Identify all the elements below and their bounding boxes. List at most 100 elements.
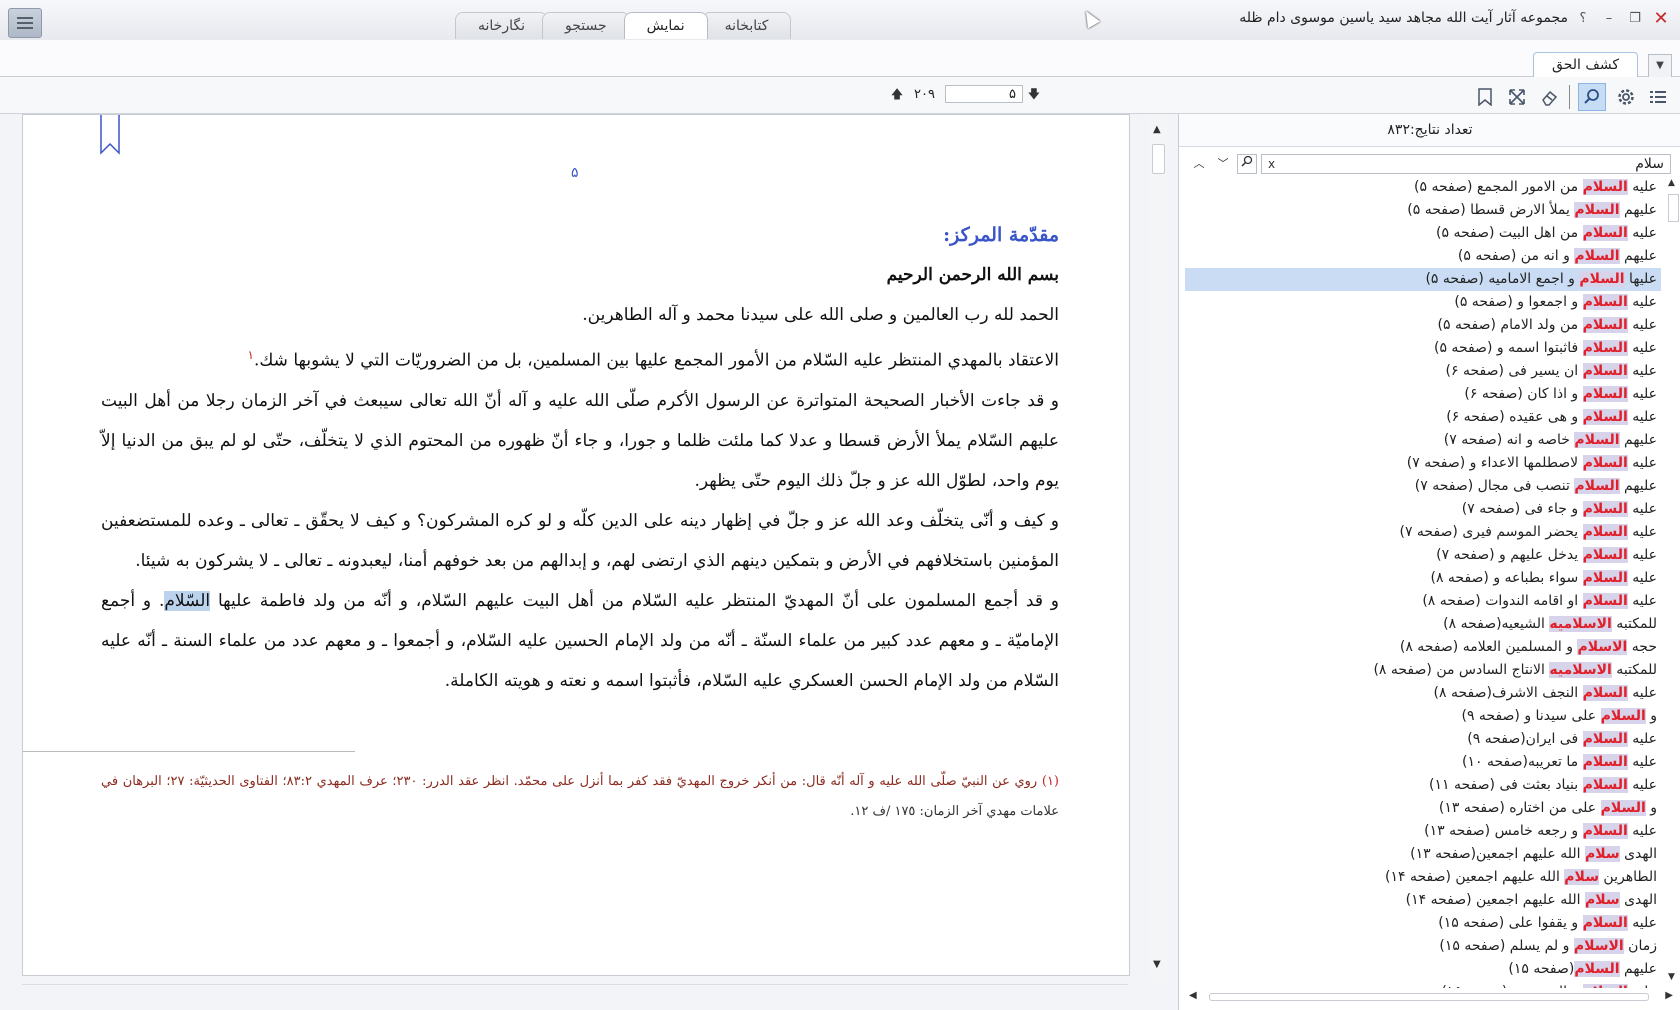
search-result-item[interactable]: علیه السلام سواء بطباعه و (صفحه ۸) [1185, 567, 1661, 590]
search-result-item[interactable]: علیها السلام و اجمع الامامیه (صفحه ۵) [1185, 268, 1661, 291]
search-result-item[interactable]: علیه السلام و يقفوا علی (صفحه ۱۵) [1185, 912, 1661, 935]
result-suffix: و رجعه خامس (صفحه ۱۳) [1424, 823, 1583, 839]
scroll-down-icon[interactable]: ▼ [1668, 972, 1675, 982]
result-match: السلام [1582, 340, 1628, 356]
scroll-right-icon[interactable]: ▶ [1665, 990, 1673, 1001]
search-result-item[interactable]: علیه السلام و رجعه خامس (صفحه ۱۳) [1185, 820, 1661, 843]
search-result-item[interactable]: علیهم السلام(صفحه ۱۵) [1185, 958, 1661, 981]
clear-search-button[interactable]: x [1268, 155, 1275, 173]
help-button[interactable]: ؟ [1572, 9, 1594, 29]
search-results-list: علیه السلام من الامور المجمع (صفحه ۵) علی… [1185, 176, 1661, 988]
result-match: السلام [1582, 570, 1628, 586]
next-result-button[interactable]: ﹀ [1213, 154, 1233, 174]
tab-search[interactable]: جستجو [541, 12, 630, 39]
prev-page-button[interactable]: 🡇 [1027, 85, 1041, 103]
list-icon[interactable] [1646, 85, 1670, 109]
scroll-thumb[interactable] [1668, 194, 1679, 222]
page-bookmark-icon[interactable] [99, 115, 121, 159]
total-pages: ۲۰۹ [914, 86, 935, 102]
search-result-item[interactable]: علیه السلام بنیاد بعثت فی (صفحه ۱۱) [1185, 774, 1661, 797]
eraser-icon[interactable] [1537, 85, 1561, 109]
search-result-item[interactable]: علیهم السلام و انه من (صفحه ۵) [1185, 245, 1661, 268]
paragraph: الاعتقاد بالمهدي المنتظر عليه السّلام من… [101, 335, 1060, 381]
fullscreen-icon[interactable] [1505, 85, 1529, 109]
search-result-item[interactable]: علیهم السلام خاصه و انه (صفحه ۷) [1185, 429, 1661, 452]
search-panel: تعداد نتایج:۸۳۲ ︿ ﹀ x سلام علیه السلام م… [1178, 114, 1680, 1010]
tab-library[interactable]: کتابخانه [701, 12, 792, 39]
toolbar: 🡅 ۲۰۹ ۵ 🡇 [0, 77, 1680, 114]
search-result-item[interactable]: علیه السلام و اذا کان (صفحه ۶) [1185, 383, 1661, 406]
search-result-item[interactable]: علیه السلام ان يسير فی (صفحه ۶) [1185, 360, 1661, 383]
search-result-item[interactable]: زمان الاسلام و لم يسلم (صفحه ۱۵) [1185, 935, 1661, 958]
page-input[interactable]: ۵ [944, 85, 1023, 103]
tab-display[interactable]: نمایش [623, 12, 708, 39]
search-result-item[interactable]: و السلام علی من اختاره (صفحه ۱۳) [1185, 797, 1661, 820]
menu-icon[interactable] [8, 8, 42, 38]
minimize-button[interactable]: – [1598, 9, 1620, 29]
scroll-left-icon[interactable]: ◀ [1189, 990, 1197, 1001]
search-result-item[interactable]: و السلام علی سیدنا و (صفحه ۹) [1185, 705, 1661, 728]
results-horizontal-scrollbar[interactable]: ◀ ▶ [1189, 990, 1673, 1004]
result-prefix: زمان [1623, 938, 1657, 954]
search-query: سلام [1635, 156, 1664, 172]
result-prefix: علیه [1628, 984, 1657, 988]
search-result-item[interactable]: علیه السلام و التی تجب (صفحه ۱۵) [1185, 981, 1661, 988]
result-prefix: علیه [1627, 593, 1657, 609]
search-result-item[interactable]: علیه السلام يدخل عليهم و (صفحه ۷) [1185, 544, 1661, 567]
search-result-item[interactable]: علیه السلام او اقامه الندوات (صفحه ۸) [1185, 590, 1661, 613]
chevron-down-icon[interactable]: ▼ [1648, 54, 1672, 78]
result-match: السلام [1600, 708, 1646, 724]
restore-button[interactable]: ❐ [1624, 9, 1646, 29]
search-input[interactable]: x سلام [1261, 154, 1671, 174]
document-scrollbar[interactable]: ▲ ▼ [1149, 114, 1167, 982]
result-prefix: علیه [1627, 570, 1657, 586]
search-result-item[interactable]: الطاهرين سلام الله علیهم اجمعین (صفحه ۱۴… [1185, 866, 1661, 889]
result-suffix: الله علیهم اجمعین (صفحه ۱۴) [1405, 892, 1585, 908]
search-result-item[interactable]: علیه السلام من ولد الامام (صفحه ۵) [1185, 314, 1661, 337]
search-result-item[interactable]: علیه السلام ما تعريبه(صفحه ۱۰) [1185, 751, 1661, 774]
previous-result-button[interactable]: ︿ [1189, 154, 1209, 174]
search-icon[interactable] [1237, 154, 1257, 174]
next-page-button[interactable]: 🡅 [890, 85, 904, 103]
result-prefix: علیه [1627, 731, 1657, 747]
document-viewer[interactable]: ۵ مقدّمة المركز: بسم الله الرحمن الرحيم … [22, 114, 1130, 976]
search-result-item[interactable]: علیهم السلام تنصب فی مجال (صفحه ۷) [1185, 475, 1661, 498]
search-result-item[interactable]: علیه السلام فی ایران(صفحه ۹) [1185, 728, 1661, 751]
tab-gallery[interactable]: نگارخانه [455, 12, 548, 39]
search-result-item[interactable]: علیهم السلام يملأ الارض قسطا (صفحه ۵) [1185, 199, 1661, 222]
search-result-item[interactable]: علیه السلام من الامور المجمع (صفحه ۵) [1185, 176, 1661, 199]
search-result-item[interactable]: علیه السلام يحضر الموسم فيری (صفحه ۷) [1185, 521, 1661, 544]
search-result-item[interactable]: علیه السلام و اجمعوا و (صفحه ۵) [1185, 291, 1661, 314]
result-match: السلام [1582, 823, 1628, 839]
result-prefix: علیه [1627, 294, 1657, 310]
footnote-text: علامات مهدي آخر الزمان: ١٧٥ /ف ١٢. [850, 804, 1059, 819]
paragraph: و قد جاءت الأخبار الصحيحة المتواترة عن ا… [101, 390, 1059, 491]
scroll-up-icon[interactable]: ▲ [1668, 178, 1675, 188]
search-result-item[interactable]: للمكتبه الاسلاميه الشيعيه(صفحه ۸) [1185, 613, 1661, 636]
result-prefix: و [1645, 800, 1657, 816]
result-suffix: الله علیهم اجمعین (صفحه ۱۴) [1385, 869, 1565, 885]
scroll-thumb[interactable] [1209, 993, 1649, 1001]
close-button[interactable]: ✕ [1650, 9, 1672, 29]
search-result-item[interactable]: الهدی سلام الله علیهم اجمعین (صفحه ۱۴) [1185, 889, 1661, 912]
search-result-item[interactable]: علیه السلام فاثبتوا اسمه و (صفحه ۵) [1185, 337, 1661, 360]
result-prefix: علیه [1627, 363, 1657, 379]
scroll-thumb[interactable] [1152, 144, 1165, 174]
paragraph-text: و قد أجمع المسلمون على أنّ المهديّ المنت… [210, 590, 1059, 611]
scroll-up-icon[interactable]: ▲ [1153, 124, 1161, 135]
search-result-item[interactable]: علیه السلام من اهل البیت (صفحه ۵) [1185, 222, 1661, 245]
search-result-item[interactable]: حجه الاسلام و المسلمين العلامه (صفحه ۸) [1185, 636, 1661, 659]
scroll-down-icon[interactable]: ▼ [1153, 959, 1161, 970]
search-result-item[interactable]: علیه السلام النجف الاشرف(صفحه ۸) [1185, 682, 1661, 705]
bookmark-icon[interactable] [1473, 85, 1497, 109]
tab-book-kashf-al-haq[interactable]: کشف الحق [1533, 52, 1638, 77]
gear-icon[interactable] [1614, 85, 1638, 109]
results-scrollbar[interactable]: ▲ ▼ [1665, 176, 1680, 984]
search-result-item[interactable]: الهدی سلام الله علیهم اجمعین(صفحه ۱۳) [1185, 843, 1661, 866]
search-result-item[interactable]: علیه السلام و جاء فی (صفحه ۷) [1185, 498, 1661, 521]
search-result-item[interactable]: علیه السلام و هی عقیده (صفحه ۶) [1185, 406, 1661, 429]
result-suffix: الانتاج السادس من (صفحه ۸) [1373, 662, 1550, 678]
search-result-item[interactable]: للمكتبه الاسلاميه الانتاج السادس من (صفح… [1185, 659, 1661, 682]
search-result-item[interactable]: علیه السلام لاصطلمها الاعداء و (صفحه ۷) [1185, 452, 1661, 475]
search-icon[interactable] [1578, 83, 1606, 111]
